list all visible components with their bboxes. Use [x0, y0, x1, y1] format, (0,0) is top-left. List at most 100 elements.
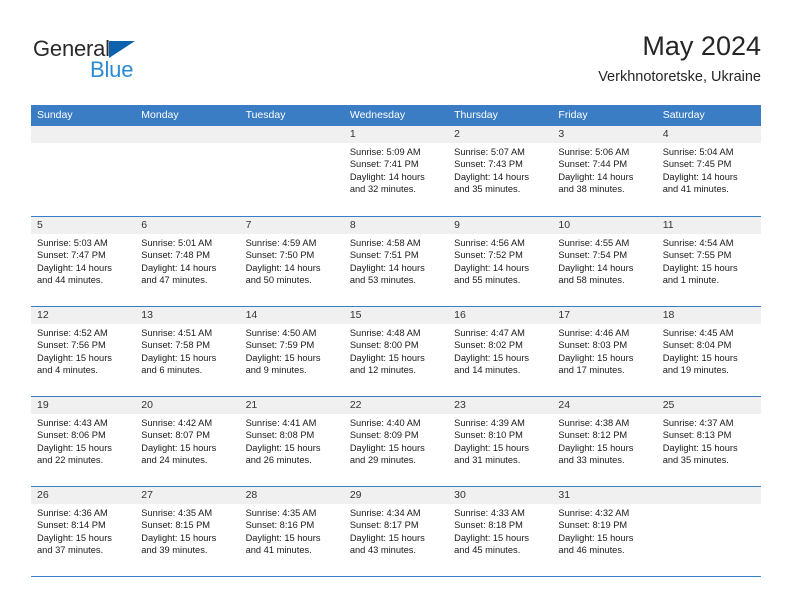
day-cell[interactable]: 13 Sunrise: 4:51 AM Sunset: 7:58 PM Dayligh… — [135, 307, 240, 396]
calendar-weeks: 1 Sunrise: 5:09 AM Sunset: 7:41 PM Daylight… — [31, 126, 761, 576]
day-number: 26 — [31, 487, 136, 504]
daylight-duration-line1: Daylight: 15 hours — [558, 532, 634, 543]
day-number: 28 — [239, 487, 344, 504]
daylight-duration-line1: Daylight: 15 hours — [558, 442, 634, 453]
day-cell[interactable]: 10 Sunrise: 4:55 AM Sunset: 7:54 PM Dayligh… — [552, 217, 657, 306]
day-number: 5 — [31, 217, 136, 234]
sunrise-time: Sunrise: 4:39 AM — [454, 418, 525, 428]
day-cell[interactable]: 26 Sunrise: 4:36 AM Sunset: 8:14 PM Dayligh… — [31, 487, 136, 576]
daylight-duration-line2: and 31 minutes. — [454, 455, 521, 466]
daylight-duration-line2: and 29 minutes. — [349, 455, 416, 466]
day-number: 12 — [31, 307, 136, 324]
week-row: 19 Sunrise: 4:43 AM Sunset: 8:06 PM Dayligh… — [31, 396, 761, 486]
day-cell[interactable]: 21 Sunrise: 4:41 AM Sunset: 8:08 PM Dayligh… — [239, 397, 344, 486]
day-cell[interactable]: 2 Sunrise: 5:07 AM Sunset: 7:43 PM Daylight… — [448, 126, 553, 216]
daylight-duration-line1: Daylight: 14 hours — [454, 171, 530, 182]
day-astronomy-info: Sunrise: 4:33 AM Sunset: 8:18 PM Daylight:… — [448, 504, 552, 557]
sunset-time: Sunset: 8:12 PM — [558, 430, 628, 441]
sunrise-time: Sunrise: 4:59 AM — [245, 238, 317, 248]
sunrise-time: Sunrise: 4:41 AM — [245, 418, 317, 428]
sunrise-time: Sunrise: 4:35 AM — [141, 508, 213, 518]
day-cell[interactable]: 14 Sunrise: 4:50 AM Sunset: 7:59 PM Dayligh… — [239, 307, 344, 396]
daylight-duration-line1: Daylight: 14 hours — [349, 171, 425, 182]
page-header: General Blue May 2024 Verkhnotoretske, U… — [0, 0, 792, 100]
general-blue-logo[interactable]: General Blue — [33, 36, 223, 86]
day-number: 27 — [135, 487, 240, 504]
day-cell[interactable]: 19 Sunrise: 4:43 AM Sunset: 8:06 PM Dayligh… — [31, 397, 136, 486]
sunset-time: Sunset: 8:18 PM — [454, 520, 523, 531]
day-number: 1 — [343, 126, 449, 143]
sunset-time: Sunset: 8:03 PM — [558, 340, 628, 351]
day-cell[interactable]: 17 Sunrise: 4:46 AM Sunset: 8:03 PM Dayligh… — [552, 307, 657, 396]
day-astronomy-info: Sunrise: 5:01 AM Sunset: 7:48 PM Daylight:… — [135, 234, 239, 287]
day-cell[interactable]: 24 Sunrise: 4:38 AM Sunset: 8:12 PM Dayligh… — [552, 397, 657, 486]
daylight-duration-line2: and 12 minutes. — [349, 365, 416, 376]
sunset-time: Sunset: 8:13 PM — [662, 430, 732, 441]
sunrise-time: Sunrise: 4:47 AM — [454, 328, 525, 338]
day-astronomy-info: Sunrise: 5:06 AM Sunset: 7:44 PM Daylight:… — [552, 143, 656, 196]
day-cell[interactable]: 16 Sunrise: 4:47 AM Sunset: 8:02 PM Dayligh… — [448, 307, 553, 396]
day-cell[interactable]: 31 Sunrise: 4:32 AM Sunset: 8:19 PM Dayligh… — [552, 487, 657, 576]
day-number: 15 — [343, 307, 449, 324]
day-cell[interactable]: 25 Sunrise: 4:37 AM Sunset: 8:13 PM Dayligh… — [656, 397, 761, 486]
day-cell[interactable]: 20 Sunrise: 4:42 AM Sunset: 8:07 PM Dayligh… — [135, 397, 240, 486]
daylight-duration-line2: and 58 minutes. — [558, 275, 625, 286]
day-cell[interactable]: 28 Sunrise: 4:35 AM Sunset: 8:16 PM Dayligh… — [239, 487, 344, 576]
day-cell[interactable]: 18 Sunrise: 4:45 AM Sunset: 8:04 PM Dayligh… — [656, 307, 761, 396]
week-row: 12 Sunrise: 4:52 AM Sunset: 7:56 PM Dayligh… — [31, 306, 761, 396]
day-number: 29 — [343, 487, 449, 504]
day-cell[interactable]: 27 Sunrise: 4:35 AM Sunset: 8:15 PM Dayligh… — [135, 487, 240, 576]
day-cell[interactable]: 6 Sunrise: 5:01 AM Sunset: 7:48 PM Daylight… — [135, 217, 240, 306]
daylight-duration-line1: Daylight: 15 hours — [349, 352, 425, 363]
sunrise-time: Sunrise: 4:35 AM — [245, 508, 317, 518]
daylight-duration-line2: and 35 minutes. — [454, 184, 521, 195]
daylight-duration-line1: Daylight: 15 hours — [558, 352, 634, 363]
day-cell[interactable]: 1 Sunrise: 5:09 AM Sunset: 7:41 PM Daylight… — [343, 126, 449, 216]
day-astronomy-info: Sunrise: 4:34 AM Sunset: 8:17 PM Daylight:… — [344, 504, 448, 557]
week-row: 26 Sunrise: 4:36 AM Sunset: 8:14 PM Dayligh… — [31, 486, 761, 576]
daylight-duration-line1: Daylight: 15 hours — [349, 442, 425, 453]
daylight-duration-line1: Daylight: 14 hours — [37, 262, 112, 273]
daylight-duration-line2: and 38 minutes. — [558, 184, 625, 195]
sunset-time: Sunset: 7:44 PM — [558, 159, 628, 170]
day-cell[interactable]: 23 Sunrise: 4:39 AM Sunset: 8:10 PM Dayligh… — [448, 397, 553, 486]
sunset-time: Sunset: 8:07 PM — [141, 430, 211, 441]
day-cell[interactable]: 29 Sunrise: 4:34 AM Sunset: 8:17 PM Dayligh… — [343, 487, 449, 576]
daylight-duration-line2: and 55 minutes. — [454, 275, 521, 286]
day-number: 24 — [552, 397, 657, 414]
day-cell[interactable]: 8 Sunrise: 4:58 AM Sunset: 7:51 PM Daylight… — [343, 217, 449, 306]
sunset-time: Sunset: 8:16 PM — [245, 520, 315, 531]
day-cell[interactable]: 12 Sunrise: 4:52 AM Sunset: 7:56 PM Dayligh… — [31, 307, 136, 396]
sunset-time: Sunset: 8:09 PM — [349, 430, 419, 441]
sunset-time: Sunset: 7:54 PM — [558, 250, 628, 261]
daylight-duration-line2: and 41 minutes. — [662, 184, 729, 195]
day-astronomy-info: Sunrise: 4:35 AM Sunset: 8:16 PM Daylight:… — [240, 504, 344, 557]
sunrise-time: Sunrise: 5:07 AM — [454, 147, 525, 157]
sunrise-time: Sunrise: 4:51 AM — [141, 328, 213, 338]
day-number: 17 — [552, 307, 657, 324]
daylight-duration-line1: Daylight: 14 hours — [141, 262, 217, 273]
day-cell[interactable]: 9 Sunrise: 4:56 AM Sunset: 7:52 PM Daylight… — [448, 217, 553, 306]
sunrise-time: Sunrise: 4:40 AM — [349, 418, 421, 428]
location-subtitle: Verkhnotoretske, Ukraine — [598, 69, 761, 85]
sunset-time: Sunset: 7:52 PM — [454, 250, 523, 261]
sunrise-time: Sunrise: 4:50 AM — [245, 328, 317, 338]
day-cell[interactable]: 15 Sunrise: 4:48 AM Sunset: 8:00 PM Dayligh… — [343, 307, 449, 396]
daylight-duration-line1: Daylight: 15 hours — [37, 352, 112, 363]
day-cell[interactable]: 22 Sunrise: 4:40 AM Sunset: 8:09 PM Dayligh… — [343, 397, 449, 486]
sunset-time: Sunset: 8:04 PM — [662, 340, 732, 351]
day-astronomy-info: Sunrise: 5:04 AM Sunset: 7:45 PM Daylight:… — [657, 143, 761, 196]
day-number — [239, 126, 344, 143]
daylight-duration-line1: Daylight: 15 hours — [662, 262, 738, 273]
day-cell[interactable]: 3 Sunrise: 5:06 AM Sunset: 7:44 PM Daylight… — [552, 126, 657, 216]
day-number — [31, 126, 136, 143]
sunrise-time: Sunrise: 4:58 AM — [349, 238, 421, 248]
day-cell[interactable]: 5 Sunrise: 5:03 AM Sunset: 7:47 PM Daylight… — [31, 217, 136, 306]
daylight-duration-line2: and 35 minutes. — [662, 455, 729, 466]
day-cell[interactable]: 4 Sunrise: 5:04 AM Sunset: 7:45 PM Daylight… — [656, 126, 761, 216]
day-cell[interactable]: 11 Sunrise: 4:54 AM Sunset: 7:55 PM Dayligh… — [656, 217, 761, 306]
day-astronomy-info: Sunrise: 4:51 AM Sunset: 7:58 PM Daylight:… — [135, 324, 239, 377]
day-cell[interactable]: 7 Sunrise: 4:59 AM Sunset: 7:50 PM Daylight… — [239, 217, 344, 306]
day-astronomy-info: Sunrise: 4:38 AM Sunset: 8:12 PM Daylight:… — [552, 414, 656, 467]
day-cell[interactable]: 30 Sunrise: 4:33 AM Sunset: 8:18 PM Dayligh… — [448, 487, 553, 576]
